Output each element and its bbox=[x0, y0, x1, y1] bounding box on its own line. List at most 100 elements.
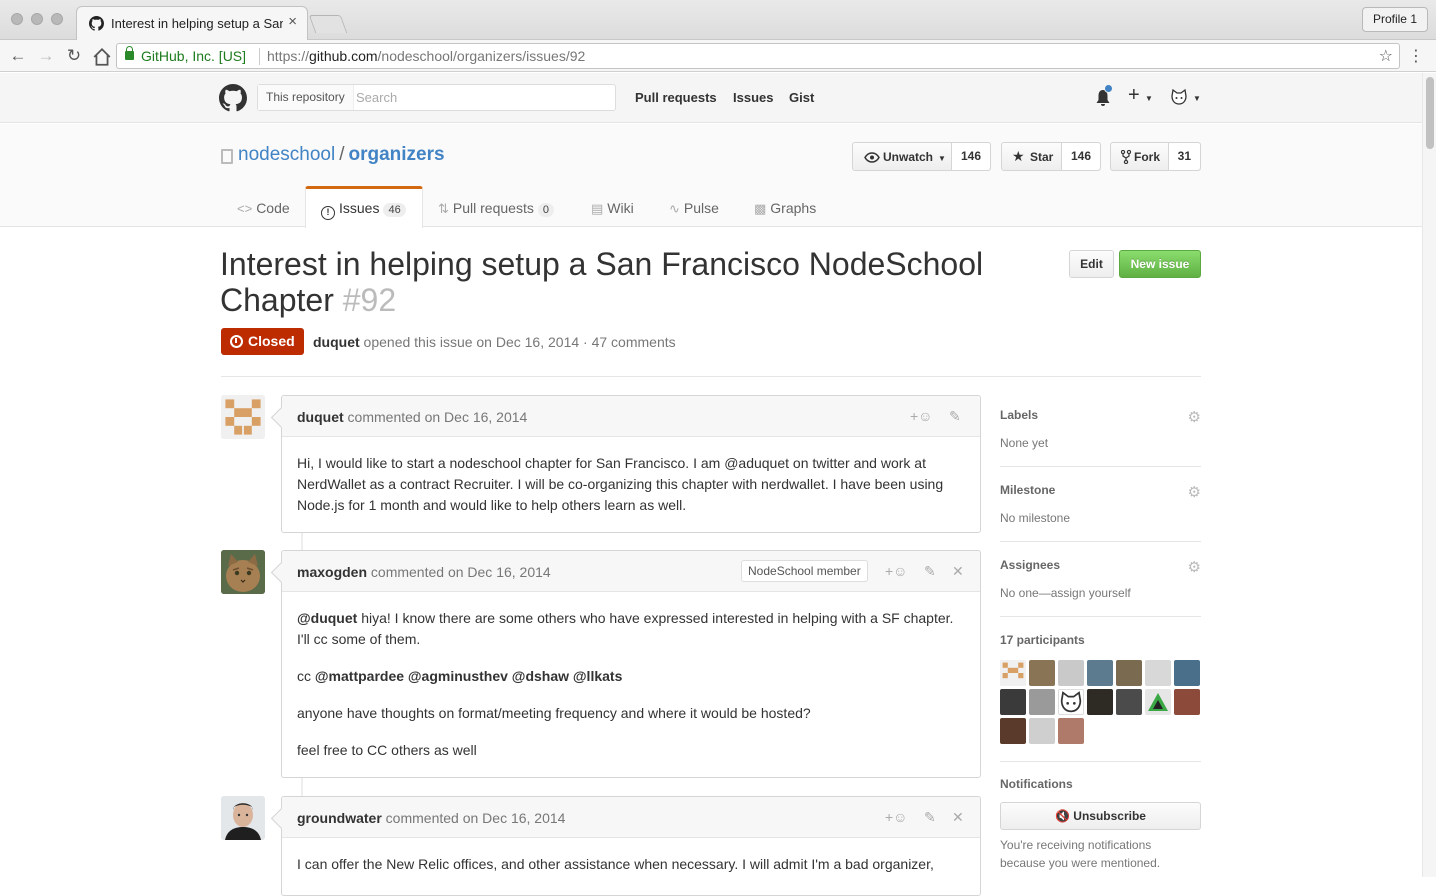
fork-button[interactable]: Fork 31 bbox=[1110, 142, 1201, 171]
issue-meta-text: opened this issue on Dec 16, 2014 · 47 c… bbox=[359, 334, 676, 350]
bookmark-star-icon[interactable]: ☆ bbox=[1379, 46, 1393, 66]
tab-code[interactable]: <> Code bbox=[237, 200, 290, 216]
comment-timestamp[interactable]: commented on Dec 16, 2014 bbox=[382, 810, 566, 826]
forward-arrow-icon[interactable]: → bbox=[36, 46, 56, 66]
user-avatar-icon[interactable] bbox=[1170, 88, 1188, 106]
delete-close-icon[interactable]: ✕ bbox=[952, 809, 964, 826]
close-tab-icon[interactable]: × bbox=[288, 13, 297, 30]
url-host: github.com bbox=[309, 48, 378, 64]
watch-label: Unwatch bbox=[883, 150, 934, 164]
create-new-icon[interactable]: + bbox=[1128, 84, 1140, 107]
nav-gist[interactable]: Gist bbox=[789, 90, 814, 105]
participant-avatar[interactable] bbox=[1058, 718, 1084, 744]
address-bar[interactable]: GitHub, Inc. [US] https://github.com/nod… bbox=[116, 43, 1400, 69]
tab-pulse[interactable]: ∿ Pulse bbox=[669, 200, 719, 217]
tab-issues[interactable]: ! Issues 46 bbox=[321, 200, 406, 220]
zoom-window-button[interactable] bbox=[51, 13, 63, 25]
unsubscribe-button[interactable]: 🔇 Unsubscribe bbox=[1000, 802, 1201, 830]
comment-text: cc bbox=[297, 668, 315, 684]
fork-count[interactable]: 31 bbox=[1167, 143, 1200, 170]
participant-avatar[interactable] bbox=[1145, 660, 1171, 686]
fork-icon bbox=[1121, 150, 1131, 164]
tab-wiki[interactable]: ▤ Wiki bbox=[591, 200, 634, 217]
participant-avatar[interactable] bbox=[1000, 660, 1026, 686]
add-reaction-icon[interactable]: +☺ bbox=[885, 563, 907, 579]
repo-name-link[interactable]: organizers bbox=[348, 144, 444, 165]
watch-button[interactable]: Unwatch ▼ 146 bbox=[852, 142, 991, 171]
participant-avatar[interactable] bbox=[1058, 660, 1084, 686]
tab-pull-requests[interactable]: ⇅ Pull requests 0 bbox=[438, 200, 554, 217]
gear-icon[interactable]: ⚙ bbox=[1188, 408, 1201, 426]
nav-pull-requests[interactable]: Pull requests bbox=[635, 90, 717, 105]
back-arrow-icon[interactable]: ← bbox=[8, 46, 28, 66]
chevron-down-icon[interactable]: ▼ bbox=[1193, 94, 1201, 103]
participant-avatar[interactable] bbox=[1087, 689, 1113, 715]
participant-avatar[interactable] bbox=[1087, 660, 1113, 686]
profile-button[interactable]: Profile 1 bbox=[1361, 7, 1428, 32]
new-issue-button[interactable]: New issue bbox=[1119, 250, 1201, 278]
github-logo-icon[interactable] bbox=[219, 84, 247, 112]
cat-face-icon bbox=[1060, 691, 1082, 713]
avatar[interactable] bbox=[221, 550, 265, 594]
participant-avatar[interactable] bbox=[1174, 689, 1200, 715]
identicon-avatar bbox=[221, 395, 265, 439]
status-badge: Closed bbox=[221, 328, 304, 355]
reload-icon[interactable]: ↻ bbox=[64, 46, 84, 66]
avatar[interactable] bbox=[221, 796, 265, 840]
gear-icon[interactable]: ⚙ bbox=[1188, 558, 1201, 576]
comment-timestamp[interactable]: commented on Dec 16, 2014 bbox=[367, 564, 551, 580]
comment-author-link[interactable]: groundwater bbox=[297, 810, 382, 826]
participant-avatar[interactable] bbox=[1116, 660, 1142, 686]
assignees-value[interactable]: No one—assign yourself bbox=[1000, 586, 1201, 600]
edit-button[interactable]: Edit bbox=[1069, 250, 1114, 278]
comment-timestamp[interactable]: commented on Dec 16, 2014 bbox=[344, 409, 528, 425]
comment-paragraph: @duquet hiya! I know there are some othe… bbox=[297, 608, 965, 650]
comment-header: groundwater commented on Dec 16, 2014 +☺… bbox=[282, 797, 980, 838]
star-button[interactable]: ★ Star 146 bbox=[1001, 142, 1101, 171]
home-icon[interactable] bbox=[92, 47, 112, 67]
add-reaction-icon[interactable]: +☺ bbox=[885, 809, 907, 825]
notification-reason: You're receiving notifications because y… bbox=[1000, 838, 1161, 870]
minimize-window-button[interactable] bbox=[31, 13, 43, 25]
participant-avatar[interactable] bbox=[1000, 689, 1026, 715]
edit-pencil-icon[interactable]: ✎ bbox=[949, 408, 961, 425]
user-mention-link[interactable]: @mattpardee @agminusthev @dshaw @llkats bbox=[315, 668, 622, 684]
avatar[interactable] bbox=[221, 395, 265, 439]
star-count[interactable]: 146 bbox=[1060, 143, 1100, 170]
gear-icon[interactable]: ⚙ bbox=[1188, 483, 1201, 501]
search-input[interactable] bbox=[356, 87, 606, 108]
participant-avatar[interactable] bbox=[1029, 718, 1055, 744]
close-window-button[interactable] bbox=[11, 13, 23, 25]
scrollbar-thumb[interactable] bbox=[1426, 77, 1434, 149]
chevron-down-icon[interactable]: ▼ bbox=[1145, 94, 1153, 103]
comment-paragraph: feel free to CC others as well bbox=[297, 742, 477, 758]
edit-pencil-icon[interactable]: ✎ bbox=[924, 809, 936, 826]
page-scrollbar[interactable] bbox=[1422, 73, 1436, 877]
browser-tab-active[interactable]: Interest in helping setup a San Francisc… bbox=[76, 6, 308, 41]
delete-close-icon[interactable]: ✕ bbox=[952, 563, 964, 580]
add-reaction-icon[interactable]: +☺ bbox=[910, 408, 932, 424]
comment-author-link[interactable]: maxogden bbox=[297, 564, 367, 580]
edit-pencil-icon[interactable]: ✎ bbox=[924, 563, 936, 580]
participant-avatar[interactable] bbox=[1029, 689, 1055, 715]
pull-request-icon: ⇅ bbox=[438, 201, 449, 216]
search-scope-label: This repository bbox=[258, 85, 354, 110]
comment-header: duquet commented on Dec 16, 2014 +☺ ✎ bbox=[282, 396, 980, 437]
user-mention-link[interactable]: @duquet bbox=[297, 610, 357, 626]
participant-avatar[interactable] bbox=[1029, 660, 1055, 686]
participant-avatar[interactable] bbox=[1174, 660, 1200, 686]
participant-avatar[interactable] bbox=[1145, 689, 1171, 715]
watch-count[interactable]: 146 bbox=[950, 143, 990, 170]
browser-menu-icon[interactable]: ⋮ bbox=[1408, 46, 1424, 66]
new-tab-button[interactable] bbox=[308, 15, 348, 33]
issue-author-link[interactable]: duquet bbox=[313, 334, 360, 350]
participant-avatar[interactable] bbox=[1000, 718, 1026, 744]
participant-avatar[interactable] bbox=[1116, 689, 1142, 715]
participant-avatar[interactable] bbox=[1058, 689, 1084, 715]
tab-graphs[interactable]: ▩ Graphs bbox=[754, 200, 816, 217]
star-label: Star bbox=[1030, 150, 1054, 164]
nav-issues[interactable]: Issues bbox=[733, 90, 773, 105]
comment-author-link[interactable]: duquet bbox=[297, 409, 344, 425]
url-text[interactable]: https://github.com/nodeschool/organizers… bbox=[267, 48, 585, 64]
repo-owner-link[interactable]: nodeschool bbox=[238, 144, 335, 165]
